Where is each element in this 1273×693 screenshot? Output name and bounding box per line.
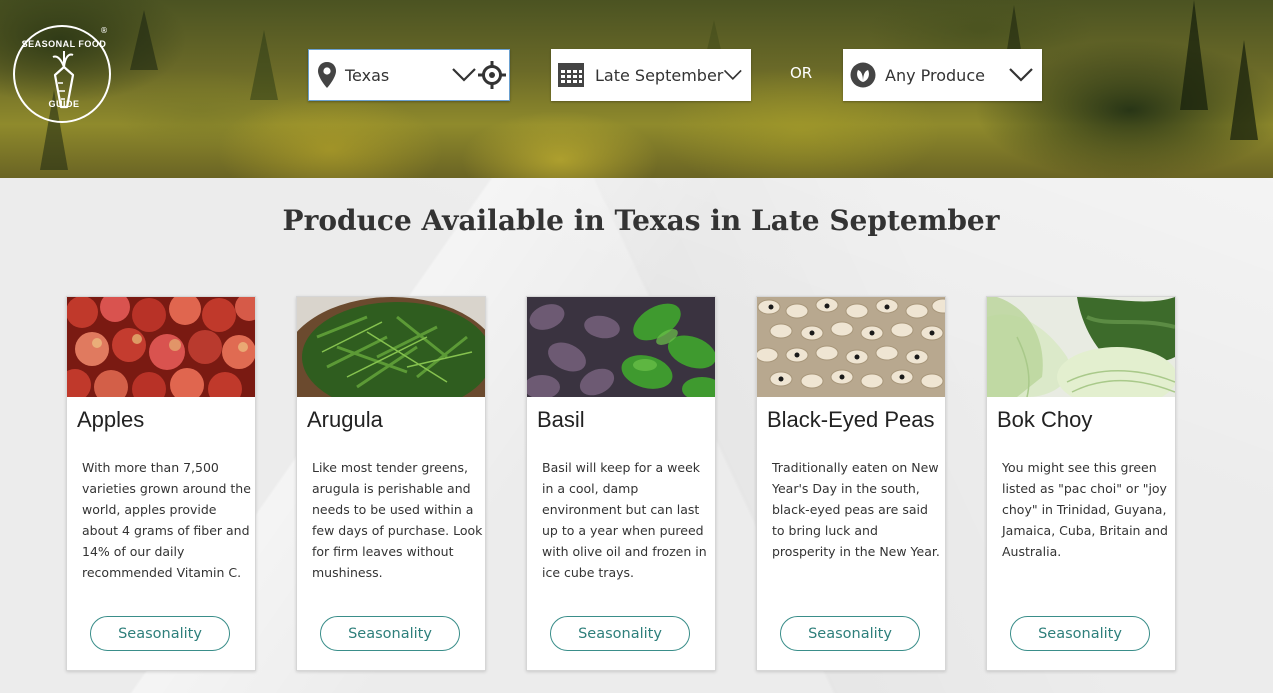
card-title[interactable]: Bok Choy — [997, 407, 1092, 433]
card-title[interactable]: Basil — [537, 407, 585, 433]
page-title: Produce Available in Texas in Late Septe… — [282, 204, 1000, 237]
produce-card-apples[interactable]: Apples With more than 7,500 varieties gr… — [66, 296, 256, 671]
chevron-down-icon — [1009, 68, 1033, 82]
produce-icon — [849, 61, 877, 89]
basil-image[interactable] — [527, 297, 715, 397]
produce-card-bok-choy[interactable]: Bok Choy You might see this green listed… — [986, 296, 1176, 671]
locate-me-icon[interactable] — [477, 60, 507, 90]
logo-line1: SEASONAL FOOD — [21, 39, 107, 49]
map-pin-icon — [315, 61, 339, 89]
card-description: Basil will keep for a week in a cool, da… — [542, 460, 707, 580]
card-description: With more than 7,500 varieties grown aro… — [82, 460, 251, 580]
card-description: Traditionally eaten on New Year's Day in… — [772, 460, 940, 559]
apples-image[interactable] — [67, 297, 255, 397]
time-value: Late September — [595, 65, 724, 85]
chevron-down-icon — [452, 68, 476, 82]
produce-card-arugula[interactable]: Arugula Like most tender greens, arugula… — [296, 296, 486, 671]
card-title[interactable]: Black-Eyed Peas — [767, 407, 935, 433]
registered-mark: ® — [100, 26, 108, 35]
seasonality-button[interactable]: Seasonality — [90, 616, 230, 651]
chevron-down-icon — [724, 69, 743, 80]
produce-card-black-eyed-peas[interactable]: Black-Eyed Peas Traditionally eaten on N… — [756, 296, 946, 671]
time-select[interactable]: Late September — [551, 49, 751, 101]
seasonality-button[interactable]: Seasonality — [550, 616, 690, 651]
produce-select[interactable]: Any Produce — [843, 49, 1042, 101]
hero-banner: SEASONAL FOOD GUIDE ® Texas Late Septemb… — [0, 0, 1273, 178]
calendar-icon — [557, 61, 585, 89]
bok-choy-image[interactable] — [987, 297, 1175, 397]
card-title[interactable]: Apples — [77, 407, 144, 433]
card-title[interactable]: Arugula — [307, 407, 383, 433]
seasonality-button[interactable]: Seasonality — [320, 616, 460, 651]
arugula-image[interactable] — [297, 297, 485, 397]
location-select[interactable]: Texas — [308, 49, 510, 101]
produce-value: Any Produce — [885, 65, 985, 85]
card-description: You might see this green listed as "pac … — [1002, 460, 1168, 559]
seasonality-button[interactable]: Seasonality — [780, 616, 920, 651]
logo-line2: GUIDE — [48, 99, 80, 109]
produce-card-basil[interactable]: Basil Basil will keep for a week in a co… — [526, 296, 716, 671]
card-description: Like most tender greens, arugula is peri… — [312, 460, 483, 580]
seasonality-button[interactable]: Seasonality — [1010, 616, 1150, 651]
site-logo[interactable]: SEASONAL FOOD GUIDE — [13, 25, 111, 123]
location-value: Texas — [345, 65, 390, 85]
or-label: OR — [790, 64, 813, 82]
black-eyed-peas-image[interactable] — [757, 297, 945, 397]
